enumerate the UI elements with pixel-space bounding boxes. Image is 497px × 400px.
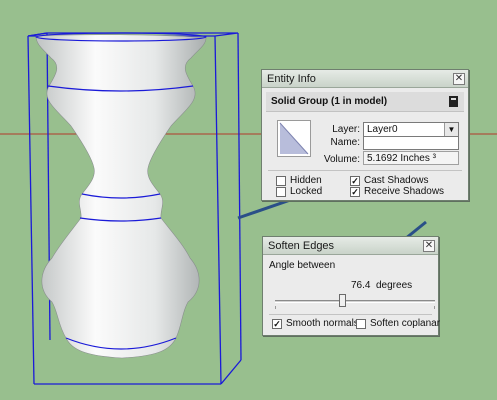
name-label: Name: — [330, 137, 360, 148]
cast-shadows-checkbox[interactable]: ✓ — [350, 176, 360, 186]
entity-header: Solid Group (1 in model) — [266, 92, 464, 112]
angle-value: 76.4 — [351, 280, 371, 291]
receive-shadows-checkbox[interactable]: ✓ — [350, 187, 360, 197]
soften-edges-title: Soften Edges — [268, 240, 335, 252]
entity-header-label: Solid Group (1 in model) — [271, 96, 388, 107]
volume-value: 5.1692 Inches ³ — [367, 153, 436, 164]
angle-slider-ticks — [275, 306, 435, 309]
vase-solid-group[interactable] — [35, 34, 207, 359]
locked-label: Locked — [290, 186, 323, 197]
entity-thumbnail-icon — [277, 120, 311, 157]
layer-select-value: Layer0 — [367, 124, 398, 135]
smooth-normals-label: Smooth normals — [286, 318, 359, 329]
angle-slider-handle[interactable] — [339, 294, 347, 307]
soften-coplanar-checkbox[interactable] — [356, 319, 366, 329]
layer-label: Layer: — [332, 124, 360, 135]
entity-info-titlebar[interactable]: Entity Info ✕ — [262, 70, 468, 88]
soften-coplanar-label: Soften coplanar — [370, 318, 441, 329]
hidden-checkbox[interactable] — [276, 176, 286, 186]
volume-label: Volume: — [323, 154, 360, 165]
close-icon[interactable]: ✕ — [453, 73, 465, 85]
angle-unit: degrees — [376, 280, 413, 291]
soften-edges-panel: Soften Edges ✕ Angle between 76.4 degree… — [262, 236, 441, 336]
angle-between-label: Angle between — [269, 260, 336, 271]
entity-info-panel: Entity Info ✕ Solid Group (1 in model) L… — [261, 69, 469, 201]
entity-info-divider — [268, 170, 462, 171]
angle-slider-track[interactable] — [275, 300, 435, 303]
layer-select[interactable]: Layer0 ▼ — [363, 122, 459, 137]
volume-value-box: 5.1692 Inches ³ — [363, 151, 459, 165]
soften-edges-titlebar[interactable]: Soften Edges ✕ — [263, 237, 438, 255]
smooth-normals-checkbox[interactable]: ✓ — [272, 319, 282, 329]
entity-info-title: Entity Info — [267, 73, 316, 85]
hidden-label: Hidden — [290, 175, 322, 186]
name-field[interactable] — [363, 136, 459, 150]
receive-shadows-label: Receive Shadows — [364, 186, 445, 197]
soften-edges-divider — [269, 314, 432, 315]
close-icon[interactable]: ✕ — [423, 240, 435, 252]
chevron-down-icon[interactable]: ▼ — [444, 123, 458, 136]
locked-checkbox[interactable] — [276, 187, 286, 197]
cast-shadows-label: Cast Shadows — [364, 175, 429, 186]
details-menu-icon[interactable] — [449, 96, 458, 107]
